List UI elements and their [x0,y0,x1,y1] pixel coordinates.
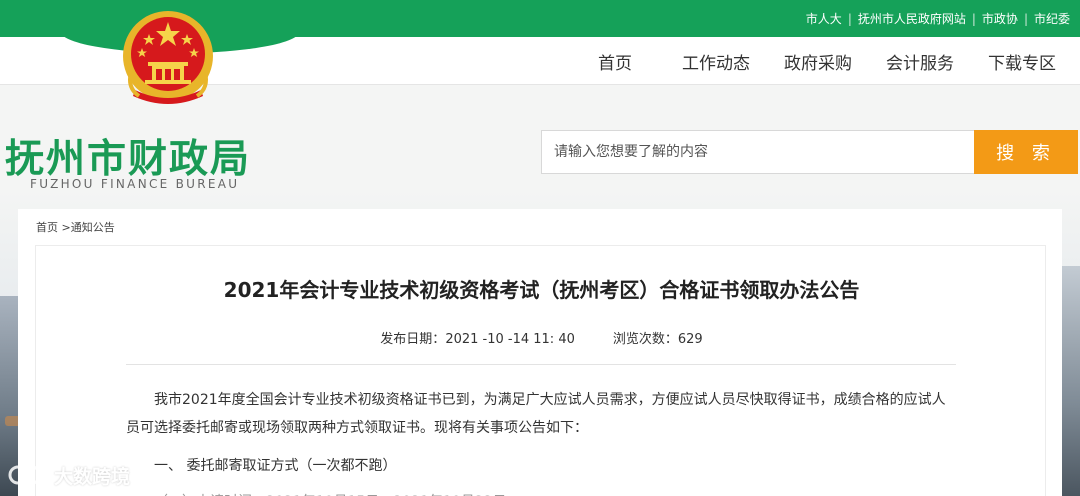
article-title: 2021年会计专业技术初级资格考试（抚州考区）合格证书领取办法公告 [223,278,860,302]
nav-downloads[interactable]: 下载专区 [988,49,1056,74]
search-box: 搜 索 [541,130,1078,174]
site-logo-en: FUZHOU FINANCE BUREAU [30,177,240,191]
article-paragraph: 我市2021年度全国会计专业技术初级资格证书已到，为满足广大应试人员需求，方便应… [126,392,946,436]
content-panel: 首页 >通知公告 2021年会计专业技术初级资格考试（抚州考区）合格证书领取办法… [18,209,1062,496]
nav-government-procurement[interactable]: 政府采购 [784,49,852,74]
watermark-text: 大数跨境 [54,465,131,488]
top-link-city-congress[interactable]: 市人大 [800,10,848,27]
top-link-city-government[interactable]: 抚州市人民政府网站 [852,10,972,27]
nav-accounting-services[interactable]: 会计服务 [886,49,954,74]
top-links: 市人大 | 抚州市人民政府网站 | 市政协 | 市纪委 [800,0,1076,37]
article-meta: 发布日期：2021 -10 -14 11: 40 浏览次数：629 [36,328,1047,347]
nav-home[interactable]: 首页 [598,49,632,74]
article: 2021年会计专业技术初级资格考试（抚州考区）合格证书领取办法公告 发布日期：2… [35,245,1046,496]
breadcrumb: 首页 >通知公告 [36,219,115,235]
main-nav: 首页 工作动态 政府采购 会计服务 下载专区 [578,37,1056,85]
top-link-cppcc[interactable]: 市政协 [976,10,1024,27]
national-emblem-icon [123,11,213,104]
top-link-discipline[interactable]: 市纪委 [1028,10,1076,27]
publish-date: 2021 -10 -14 11: 40 [445,332,575,347]
article-section-heading: 一、 委托邮寄取证方式（一次都不跑） [154,458,397,474]
views-label: 浏览次数： [612,332,678,347]
article-paragraph: （一）申请时间：2021年10月15日—2021年10月22日 [126,488,956,496]
breadcrumb-separator: > [58,221,71,234]
site-logo-cn[interactable]: 抚州市财政局 [5,128,251,184]
watermark: 大数跨境 [8,460,130,490]
nav-work-news[interactable]: 工作动态 [682,49,750,74]
search-input[interactable] [541,130,974,174]
breadcrumb-home[interactable]: 首页 [36,221,58,234]
views-count: 629 [677,332,703,347]
search-button[interactable]: 搜 索 [974,130,1078,174]
breadcrumb-current[interactable]: 通知公告 [71,221,115,234]
watermark-logo-icon [8,465,45,485]
publish-date-label: 发布日期： [380,332,446,347]
divider [126,364,956,365]
